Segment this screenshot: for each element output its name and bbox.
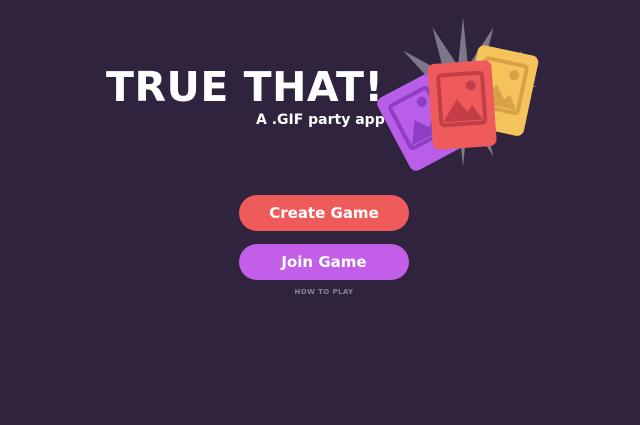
logo-illustration	[377, 17, 539, 171]
red-image-card-icon	[427, 60, 497, 150]
create-game-button[interactable]: Create Game	[239, 195, 409, 231]
logo-title: TRUE THAT!	[106, 63, 384, 111]
join-game-button[interactable]: Join Game	[239, 244, 409, 280]
how-to-play-link[interactable]: HOW TO PLAY	[239, 288, 409, 296]
